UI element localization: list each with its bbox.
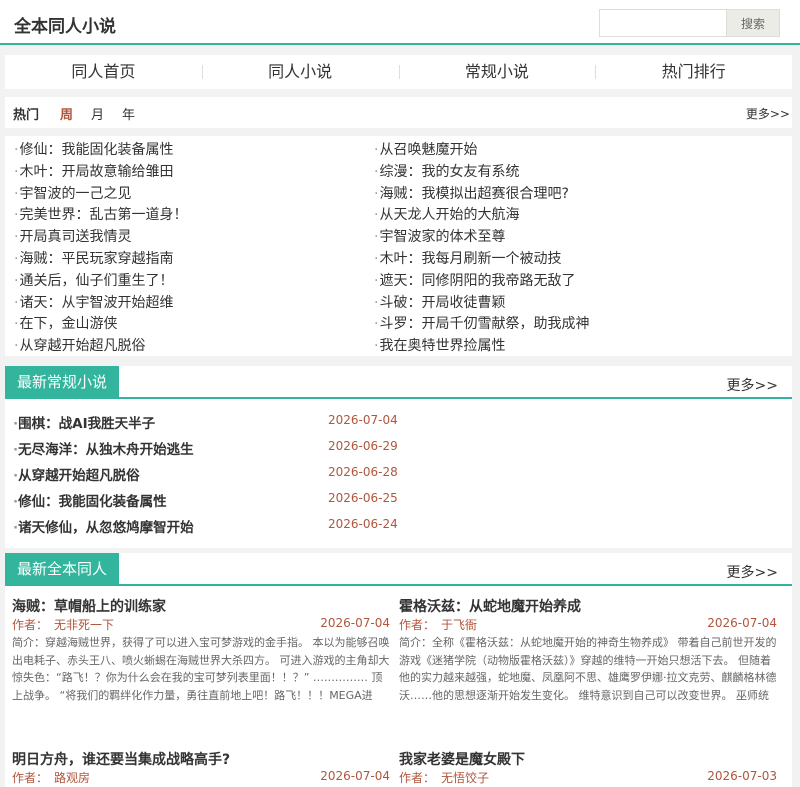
search-button[interactable]: 搜索	[727, 9, 780, 37]
nav-item-fan-novels[interactable]: 同人小说	[201, 55, 399, 89]
update-date: 2026-06-25	[328, 491, 398, 505]
book-card: 明日方舟，谁还要当集成战略高手? 作者： 路观房 2026-07-04	[12, 749, 390, 787]
latest-fan-section: 最新全本同人 更多>> 海贼：草帽船上的训练家 作者： 无非死一下 2026-07…	[5, 553, 792, 787]
tab-year[interactable]: 年	[122, 104, 135, 123]
author-label: 作者：	[12, 618, 49, 632]
book-link[interactable]: 诸天修仙，从忽悠鸠摩智开始	[13, 516, 194, 536]
latest-regular-section: 最新常规小说 更多>> 围棋：战AI我胜天半子 2026-07-04 无尽海洋：…	[5, 366, 792, 548]
hot-list-right: 从召唤魅魔开始 综漫：我的女友有系统 海贼：我模拟出超赛很合理吧? 从天龙人开始…	[374, 140, 734, 358]
update-date: 2026-07-04	[707, 616, 777, 630]
list-item[interactable]: 修仙：我能固化装备属性	[14, 140, 374, 162]
list-item[interactable]: 宇智波家的体术至尊	[374, 227, 734, 249]
book-link[interactable]: 修仙：我能固化装备属性	[13, 490, 167, 510]
list-item: 无尽海洋：从独木舟开始逃生 2026-06-29	[13, 433, 413, 459]
list-item[interactable]: 在下，金山游侠	[14, 314, 374, 336]
tab-month[interactable]: 月	[91, 104, 104, 123]
list-item[interactable]: 诸天：从宇智波开始超维	[14, 293, 374, 315]
list-item[interactable]: 海贼：平民玩家穿越指南	[14, 249, 374, 271]
book-meta: 作者： 于飞衙 2026-07-04	[399, 616, 777, 634]
list-item: 围棋：战AI我胜天半子 2026-07-04	[13, 407, 413, 433]
author-label: 作者：	[399, 618, 436, 632]
regular-more-link[interactable]: 更多>>	[727, 375, 778, 395]
hot-more-link[interactable]: 更多>>	[746, 105, 790, 122]
list-item[interactable]: 我在奥特世界捡属性	[374, 336, 734, 358]
list-item: 从穿越开始超凡脱俗 2026-06-28	[13, 459, 413, 485]
author-link[interactable]: 无非死一下	[54, 618, 114, 632]
list-item[interactable]: 从天龙人开始的大航海	[374, 205, 734, 227]
list-item[interactable]: 斗破：开局收徒曹颖	[374, 293, 734, 315]
hot-list-left: 修仙：我能固化装备属性 木叶：开局故意输给雏田 宇智波的一己之见 完美世界：乱古…	[14, 140, 374, 358]
section-header: 最新全本同人 更多>>	[5, 553, 792, 586]
main-nav: 同人首页 同人小说 常规小说 热门排行	[5, 55, 792, 89]
book-title[interactable]: 我家老婆是魔女殿下	[399, 749, 777, 769]
site-header: 全本同人小说 搜索	[0, 0, 800, 45]
author-link[interactable]: 于飞衙	[441, 618, 477, 632]
book-card: 霍格沃兹：从蛇地魔开始养成 作者： 于飞衙 2026-07-04 简介：全称《霍格…	[399, 596, 777, 704]
book-meta: 作者： 无悟饺子 2026-07-03	[399, 769, 777, 787]
update-date: 2026-07-04	[328, 413, 398, 427]
list-item: 诸天修仙，从忽悠鸠摩智开始 2026-06-24	[13, 511, 413, 537]
list-item[interactable]: 木叶：开局故意输给雏田	[14, 162, 374, 184]
list-item[interactable]: 遮天：同修阴阳的我帝路无敌了	[374, 271, 734, 293]
author-link[interactable]: 无悟饺子	[441, 771, 489, 785]
hot-title: 热门	[13, 108, 40, 123]
list-item[interactable]: 完美世界：乱古第一道身！	[14, 205, 374, 227]
book-link[interactable]: 围棋：战AI我胜天半子	[13, 412, 155, 432]
list-item[interactable]: 海贼：我模拟出超赛很合理吧?	[374, 184, 734, 206]
list-item[interactable]: 开局真司送我情灵	[14, 227, 374, 249]
tab-week[interactable]: 周	[60, 104, 73, 123]
update-date: 2026-07-04	[320, 616, 390, 630]
list-item[interactable]: 斗罗：开局千仞雪献祭，助我成神	[374, 314, 734, 336]
update-date: 2026-07-03	[707, 769, 777, 783]
book-intro: 简介：穿越海贼世界，获得了可以进入宝可梦游戏的金手指。 本以为能够召唤出电耗子、…	[12, 636, 390, 702]
list-item[interactable]: 通关后，仙子们重生了！	[14, 271, 374, 293]
list-item[interactable]: 宇智波的一己之见	[14, 184, 374, 206]
book-title[interactable]: 明日方舟，谁还要当集成战略高手?	[12, 749, 390, 769]
fan-more-link[interactable]: 更多>>	[727, 562, 778, 582]
list-item[interactable]: 木叶：我每月刷新一个被动技	[374, 249, 734, 271]
author-link[interactable]: 路观房	[54, 771, 90, 785]
hot-list: 修仙：我能固化装备属性 木叶：开局故意输给雏田 宇智波的一己之见 完美世界：乱古…	[5, 136, 792, 356]
book-intro: 简介：全称《霍格沃兹：从蛇地魔开始的神奇生物养成》 带着自己前世开发的游戏《迷猪…	[399, 636, 777, 702]
list-item: 修仙：我能固化装备属性 2026-06-25	[13, 485, 413, 511]
hot-tabs-bar: 热门 周 月 年 更多>>	[5, 97, 792, 128]
author-label: 作者：	[12, 771, 49, 785]
book-meta: 作者： 无非死一下 2026-07-04	[12, 616, 390, 634]
nav-item-fan-home[interactable]: 同人首页	[5, 55, 202, 89]
section-title: 最新全本同人	[5, 553, 120, 586]
section-title: 最新常规小说	[5, 366, 120, 399]
section-header: 最新常规小说 更多>>	[5, 366, 792, 399]
update-date: 2026-07-04	[320, 769, 390, 783]
nav-item-regular-novels[interactable]: 常规小说	[398, 55, 596, 89]
book-link[interactable]: 无尽海洋：从独木舟开始逃生	[13, 438, 194, 458]
list-item[interactable]: 综漫：我的女友有系统	[374, 162, 734, 184]
book-card: 海贼：草帽船上的训练家 作者： 无非死一下 2026-07-04 简介：穿越海贼世…	[12, 596, 390, 704]
list-item[interactable]: 从穿越开始超凡脱俗	[14, 336, 374, 358]
update-date: 2026-06-28	[328, 465, 398, 479]
book-card: 我家老婆是魔女殿下 作者： 无悟饺子 2026-07-03	[399, 749, 777, 787]
list-item[interactable]: 从召唤魅魔开始	[374, 140, 734, 162]
site-title[interactable]: 全本同人小说	[14, 12, 116, 37]
search-input[interactable]	[599, 9, 727, 37]
update-date: 2026-06-29	[328, 439, 398, 453]
author-label: 作者：	[399, 771, 436, 785]
book-title[interactable]: 霍格沃兹：从蛇地魔开始养成	[399, 596, 777, 616]
book-link[interactable]: 从穿越开始超凡脱俗	[13, 464, 140, 484]
nav-item-hot-ranking[interactable]: 热门排行	[595, 55, 792, 89]
book-title[interactable]: 海贼：草帽船上的训练家	[12, 596, 390, 616]
update-date: 2026-06-24	[328, 517, 398, 531]
book-meta: 作者： 路观房 2026-07-04	[12, 769, 390, 787]
